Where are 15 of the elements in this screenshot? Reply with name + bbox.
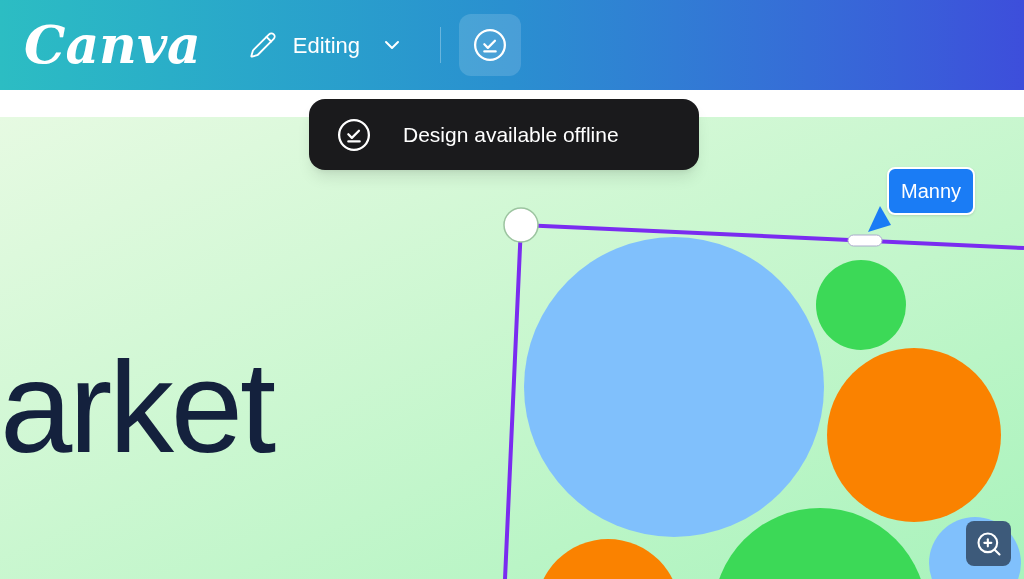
- canva-logo[interactable]: Canva: [24, 19, 201, 71]
- heading-text: arket: [0, 342, 273, 472]
- toast-message: Design available offline: [403, 121, 619, 148]
- zoom-in-icon: [974, 529, 1003, 558]
- pencil-icon: [248, 31, 277, 59]
- collaborator-name-tag: Manny: [887, 167, 976, 215]
- cursor-pointer-icon: [868, 206, 891, 232]
- zoom-in-button[interactable]: [966, 521, 1011, 566]
- editing-mode-dropdown[interactable]: Editing: [248, 28, 405, 62]
- side-handle[interactable]: [847, 234, 883, 247]
- offline-check-icon: [473, 28, 508, 62]
- offline-status-button[interactable]: [459, 14, 522, 76]
- offline-check-icon: [337, 117, 371, 152]
- selection-frame[interactable]: [503, 223, 1024, 579]
- resize-handle[interactable]: [503, 207, 539, 243]
